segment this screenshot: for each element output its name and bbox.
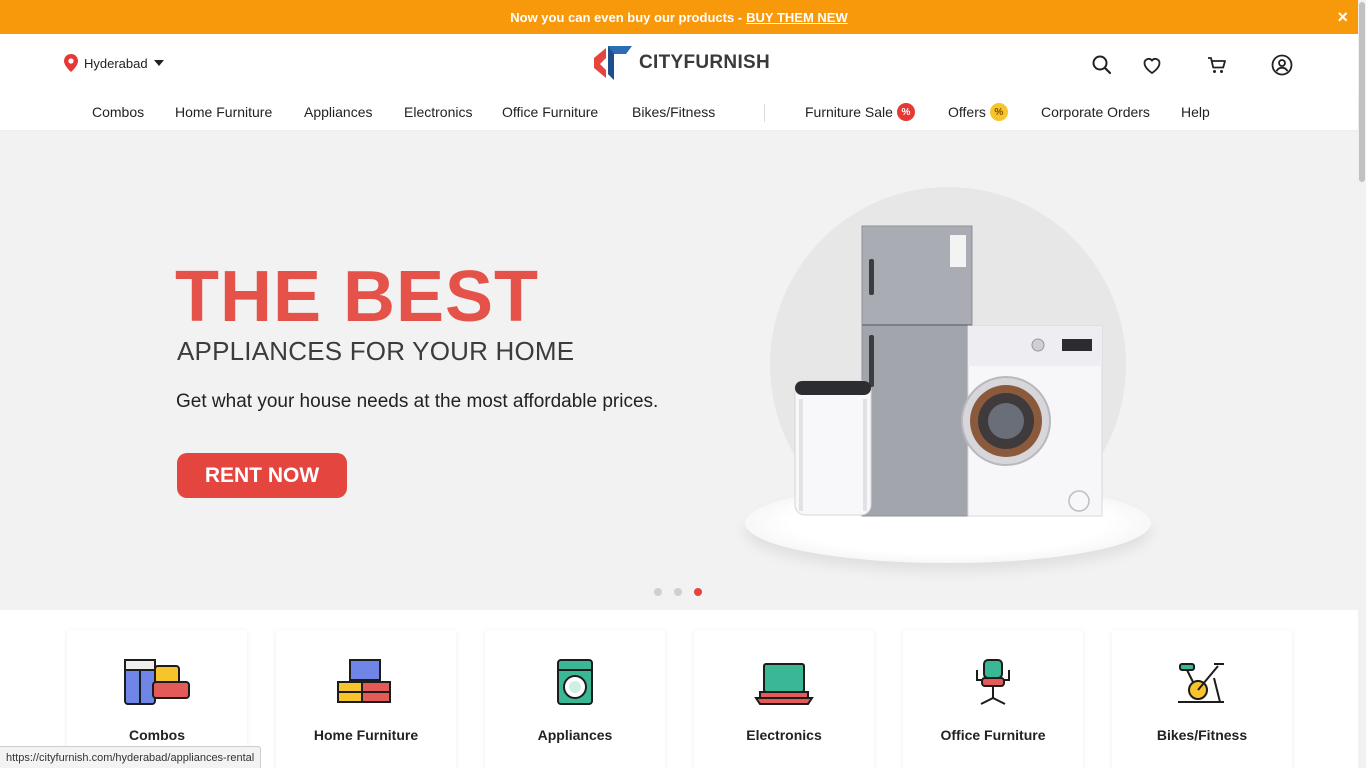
carousel-dot[interactable] — [654, 588, 662, 596]
location-label: Hyderabad — [84, 55, 148, 71]
category-label: Home Furniture — [313, 727, 419, 743]
category-label: Bikes/Fitness — [1156, 727, 1248, 743]
location-selector[interactable]: Hyderabad — [64, 54, 164, 72]
offer-badge-icon: % — [989, 103, 1008, 121]
announcement-text: Now you can even buy our products - — [510, 9, 743, 25]
location-pin-icon — [64, 54, 78, 72]
brand-name: CITYFURNISH — [639, 52, 771, 73]
close-icon[interactable]: × — [1337, 7, 1348, 27]
category-label: Appliances — [537, 727, 613, 743]
nav-item-corporate-orders[interactable]: Corporate Orders — [1041, 104, 1150, 120]
category-card-bikes-fitness[interactable]: Bikes/Fitness — [1112, 630, 1292, 768]
header: Hyderabad CITYFURNISH — [0, 34, 1358, 94]
heart-icon[interactable] — [1140, 53, 1164, 77]
category-card-office-furniture[interactable]: Office Furniture — [903, 630, 1083, 768]
category-card-appliances[interactable]: Appliances — [485, 630, 665, 768]
category-label: Combos — [129, 727, 185, 743]
category-card-electronics[interactable]: Electronics — [694, 630, 874, 768]
laptop-icon — [754, 663, 814, 705]
carousel-dot-active[interactable] — [694, 588, 702, 596]
category-label: Electronics — [746, 727, 822, 743]
nav-item-bikes-fitness[interactable]: Bikes/Fitness — [632, 104, 715, 120]
chevron-down-icon — [153, 60, 164, 66]
hero-banner[interactable]: THE BEST APPLIANCES FOR YOUR HOME Get wh… — [0, 131, 1358, 610]
nav-item-electronics[interactable]: Electronics — [404, 104, 472, 120]
furniture-icon — [337, 659, 391, 703]
brand-logo[interactable]: CITYFURNISH — [592, 44, 770, 82]
search-icon[interactable] — [1090, 53, 1114, 77]
nav-item-combos[interactable]: Combos — [92, 104, 144, 120]
offers-label: Offers — [948, 104, 986, 120]
announcement-bar: Now you can even buy our products - BUY … — [0, 0, 1358, 34]
nav-item-help[interactable]: Help — [1181, 104, 1210, 120]
exercise-bike-icon — [1178, 663, 1224, 703]
nav-item-office-furniture[interactable]: Office Furniture — [502, 104, 598, 120]
nav-divider — [764, 104, 765, 122]
carousel-dot[interactable] — [674, 588, 682, 596]
hero-subheadline: APPLIANCES FOR YOUR HOME — [177, 336, 575, 366]
appliances-illustration — [794, 225, 1103, 517]
carousel-dots — [654, 588, 702, 596]
cart-icon[interactable] — [1205, 53, 1229, 77]
discount-badge-icon: % — [896, 103, 915, 121]
scrollbar[interactable] — [1358, 0, 1366, 768]
category-label: Office Furniture — [940, 727, 1046, 743]
hero-description: Get what your house needs at the most af… — [176, 391, 659, 412]
nav-item-home-furniture[interactable]: Home Furniture — [175, 104, 272, 120]
nav-item-appliances[interactable]: Appliances — [304, 104, 373, 120]
cityfurnish-logo-icon — [594, 46, 632, 80]
washing-machine-icon — [557, 659, 593, 705]
scrollbar-thumb[interactable] — [1359, 2, 1365, 182]
category-cards: Combos Home Furniture Appliances Electro… — [0, 610, 1358, 768]
header-actions — [1090, 53, 1300, 77]
nav-item-furniture-sale[interactable]: Furniture Sale % — [805, 103, 915, 121]
office-chair-icon — [976, 659, 1010, 705]
furniture-sale-label: Furniture Sale — [805, 104, 893, 120]
rent-now-button[interactable]: RENT NOW — [177, 453, 347, 498]
hero-headline: THE BEST — [175, 257, 540, 337]
status-bar-url: https://cityfurnish.com/hyderabad/applia… — [0, 746, 262, 768]
category-card-home-furniture[interactable]: Home Furniture — [276, 630, 456, 768]
buy-new-link[interactable]: BUY THEM NEW — [746, 10, 848, 25]
category-nav: Combos Home Furniture Appliances Electro… — [0, 94, 1358, 131]
nav-item-offers[interactable]: Offers % — [948, 103, 1008, 121]
user-icon[interactable] — [1270, 53, 1294, 77]
sofa-wardrobe-icon — [124, 659, 190, 705]
